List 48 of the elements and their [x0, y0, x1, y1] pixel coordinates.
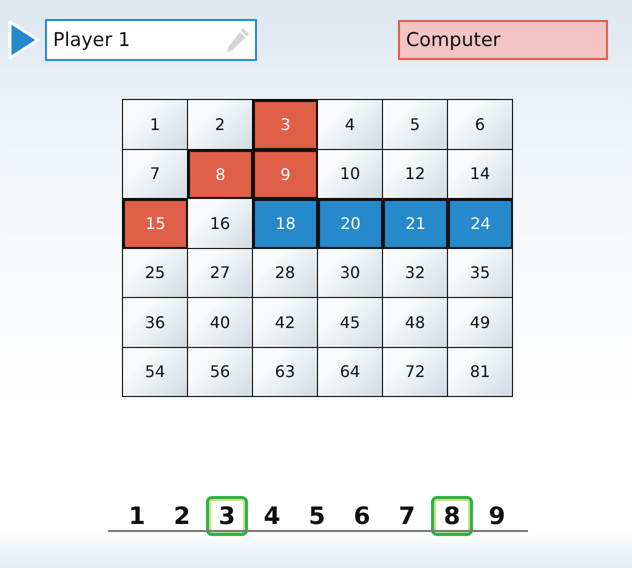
board-cell[interactable]: 21: [383, 199, 448, 248]
board-cell[interactable]: 16: [188, 199, 253, 248]
board-cell[interactable]: 15: [123, 199, 188, 248]
board-cell[interactable]: 24: [448, 199, 513, 248]
board-cell[interactable]: 35: [448, 248, 513, 298]
factor-number[interactable]: 7: [386, 496, 428, 536]
factor-number[interactable]: 3: [206, 496, 248, 536]
board-cell[interactable]: 72: [383, 348, 448, 397]
pencil-icon: [225, 26, 251, 54]
factor-number[interactable]: 9: [476, 496, 518, 536]
factor-number[interactable]: 8: [431, 496, 473, 536]
board-cell[interactable]: 48: [383, 298, 448, 348]
board-cell[interactable]: 2: [188, 100, 253, 150]
board-cell[interactable]: 3: [253, 100, 318, 150]
board-cell[interactable]: 27: [188, 248, 253, 298]
factor-number[interactable]: 5: [296, 496, 338, 536]
factor-number[interactable]: 4: [251, 496, 293, 536]
board-cell[interactable]: 42: [253, 298, 318, 348]
board-cell[interactable]: 36: [123, 298, 188, 348]
board-cell[interactable]: 32: [383, 248, 448, 298]
computer-name-label: Computer: [398, 20, 608, 60]
board-cell[interactable]: 4: [318, 100, 383, 150]
board-cell[interactable]: 10: [318, 150, 383, 199]
board-cell[interactable]: 64: [318, 348, 383, 397]
board-cell[interactable]: 20: [318, 199, 383, 248]
board-cell[interactable]: 63: [253, 348, 318, 397]
board-cell[interactable]: 56: [188, 348, 253, 397]
board-cell[interactable]: 28: [253, 248, 318, 298]
board-cell[interactable]: 30: [318, 248, 383, 298]
board-cell[interactable]: 25: [123, 248, 188, 298]
factor-number[interactable]: 6: [341, 496, 383, 536]
factor-number[interactable]: 1: [116, 496, 158, 536]
board-cell[interactable]: 5: [383, 100, 448, 150]
board-cell[interactable]: 81: [448, 348, 513, 397]
board-cell[interactable]: 45: [318, 298, 383, 348]
board-cell[interactable]: 18: [253, 199, 318, 248]
board-cell[interactable]: 40: [188, 298, 253, 348]
board-cell[interactable]: 54: [123, 348, 188, 397]
board-cell[interactable]: 6: [448, 100, 513, 150]
board-cell[interactable]: 1: [123, 100, 188, 150]
board-cell[interactable]: 7: [123, 150, 188, 199]
factor-number[interactable]: 2: [161, 496, 203, 536]
board-cell[interactable]: 12: [383, 150, 448, 199]
board-cell[interactable]: 8: [188, 150, 253, 199]
board-cell[interactable]: 14: [448, 150, 513, 199]
board-cell[interactable]: 9: [253, 150, 318, 199]
player-name-field[interactable]: Player 1: [45, 19, 257, 61]
board-cell[interactable]: 49: [448, 298, 513, 348]
